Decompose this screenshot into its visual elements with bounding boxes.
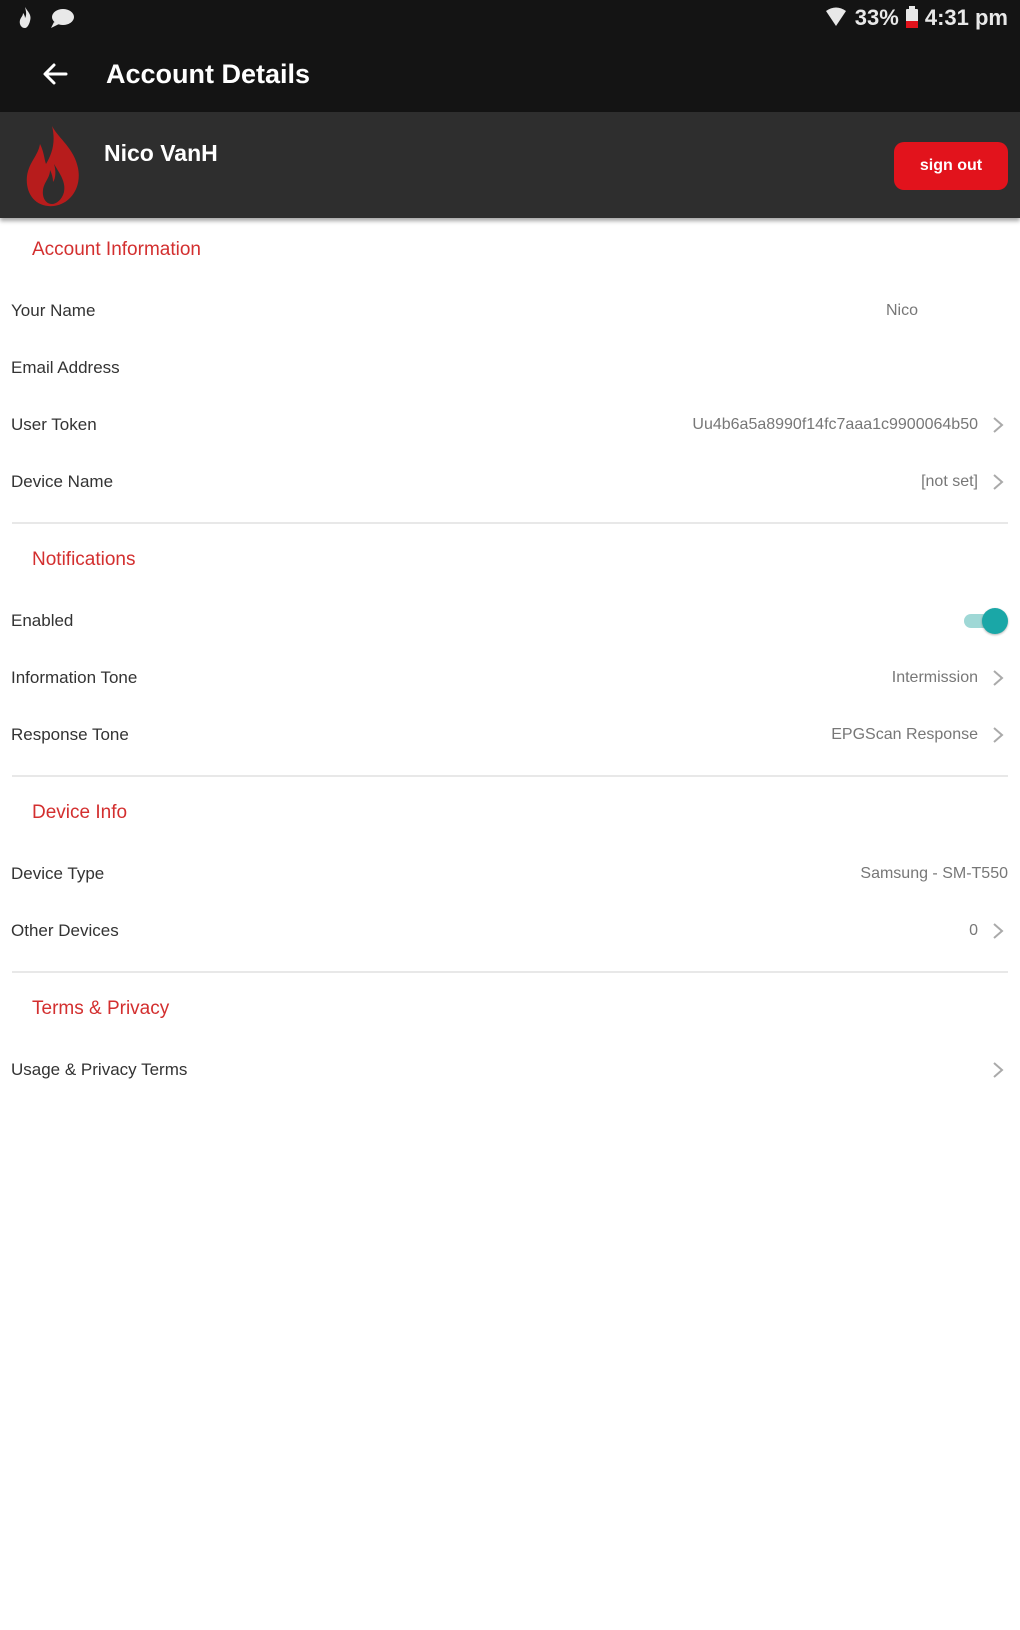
sign-out-button[interactable]: sign out	[894, 142, 1008, 190]
row-label: Usage & Privacy Terms	[11, 1059, 188, 1079]
row-label: Email Address	[11, 357, 120, 377]
settings-list: Account Information Your Name Nico Email…	[0, 218, 1020, 1098]
section-device-info: Device Info Device Type Samsung - SM-T55…	[0, 781, 1020, 973]
arrow-back-icon	[43, 63, 68, 85]
chevron-right-icon	[993, 669, 1004, 686]
row-device-name[interactable]: Device Name [not set]	[0, 453, 1020, 510]
row-label: Device Type	[11, 863, 105, 883]
user-name: Nico VanH	[104, 140, 218, 166]
row-device-type[interactable]: Device Type Samsung - SM-T550	[0, 845, 1020, 902]
profile-header: Nico VanH sign out	[0, 112, 1020, 218]
row-usage-privacy-terms[interactable]: Usage & Privacy Terms	[0, 1041, 1020, 1098]
row-other-devices[interactable]: Other Devices 0	[0, 902, 1020, 959]
section-terms-privacy: Terms & Privacy Usage & Privacy Terms	[0, 977, 1020, 1098]
section-header: Terms & Privacy	[32, 998, 170, 1019]
row-label: Other Devices	[11, 920, 119, 940]
status-left	[14, 6, 74, 30]
row-information-tone[interactable]: Information Tone Intermission	[0, 649, 1020, 706]
row-value: Intermission	[891, 668, 978, 686]
chevron-right-icon	[993, 922, 1004, 939]
toggle-thumb	[982, 607, 1008, 634]
row-label: Enabled	[11, 610, 74, 630]
status-bar: 33% 4:31 pm	[0, 0, 1020, 36]
row-enabled[interactable]: Enabled	[0, 592, 1020, 649]
wifi-icon	[825, 6, 849, 30]
row-email-address[interactable]: Email Address	[0, 339, 1020, 396]
status-right: 33% 4:31 pm	[825, 5, 1008, 31]
row-value: Uu4b6a5a8990f14fc7aaa1c9900064b50	[692, 415, 978, 433]
row-right: EPGScan Response	[831, 723, 1008, 747]
row-value: 0	[969, 921, 978, 939]
row-right: 0	[969, 919, 1008, 943]
chevron-right-icon	[993, 726, 1004, 743]
row-right: Nico	[886, 302, 1008, 320]
row-right: Samsung - SM-T550	[860, 865, 1008, 883]
divider	[12, 522, 1008, 524]
chevron-right-icon	[993, 416, 1004, 433]
battery-percent: 33%	[854, 5, 899, 30]
fire-notification-icon	[14, 6, 38, 30]
section-account-information: Account Information Your Name Nico Email…	[0, 218, 1020, 524]
section-header: Account Information	[32, 239, 201, 260]
row-label: Response Tone	[11, 724, 129, 744]
battery-alert-icon	[905, 6, 919, 30]
flame-logo-icon	[26, 126, 79, 207]
clock: 4:31 pm	[924, 5, 1008, 30]
notifications-toggle[interactable]	[964, 607, 1008, 634]
chevron-right-icon	[993, 473, 1004, 490]
row-label: Device Name	[11, 471, 114, 491]
back-button[interactable]	[30, 49, 80, 99]
row-your-name[interactable]: Your Name Nico	[0, 282, 1020, 339]
app-bar: Account Details	[0, 36, 1020, 112]
row-user-token[interactable]: User Token Uu4b6a5a8990f14fc7aaa1c990006…	[0, 396, 1020, 453]
section-header: Notifications	[32, 549, 136, 570]
row-value: Samsung - SM-T550	[860, 864, 1008, 882]
chevron-right-icon	[993, 1061, 1004, 1078]
page-title: Account Details	[106, 58, 311, 89]
row-label: User Token	[11, 414, 97, 434]
row-value: [not set]	[921, 472, 978, 490]
row-right	[988, 1058, 1008, 1082]
row-right: Uu4b6a5a8990f14fc7aaa1c9900064b50	[692, 413, 1008, 437]
row-right: [not set]	[921, 470, 1008, 494]
row-label: Information Tone	[11, 667, 138, 687]
divider	[12, 971, 1008, 973]
divider	[12, 775, 1008, 777]
chat-notification-icon	[48, 6, 74, 30]
row-response-tone[interactable]: Response Tone EPGScan Response	[0, 706, 1020, 763]
row-value: EPGScan Response	[831, 725, 978, 743]
section-header: Device Info	[32, 802, 128, 823]
row-right: Intermission	[892, 666, 1008, 690]
row-value: Nico	[885, 301, 918, 319]
row-label: Your Name	[11, 300, 96, 320]
section-notifications: Notifications Enabled Information Tone I…	[0, 528, 1020, 777]
